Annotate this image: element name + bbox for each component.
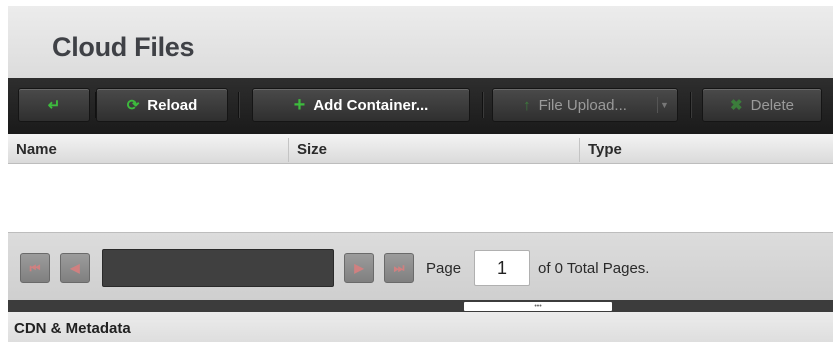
toolbar-divider xyxy=(482,92,484,118)
upload-arrow-icon: ↑ xyxy=(523,96,531,114)
page-number-input[interactable] xyxy=(474,250,530,286)
progress-bar xyxy=(102,249,334,287)
first-page-icon[interactable]: ⏮ xyxy=(20,253,50,283)
add-container-button[interactable]: + Add Container... xyxy=(252,88,470,122)
table-header: Name Size Type xyxy=(8,134,833,164)
page-header: Cloud Files xyxy=(8,6,833,78)
reload-button[interactable]: ⟳ Reload xyxy=(96,88,228,122)
total-pages-text: of 0 Total Pages. xyxy=(538,260,650,277)
cdn-metadata-panel[interactable]: CDN & Metadata xyxy=(8,312,833,342)
last-page-icon[interactable]: ⏭ xyxy=(384,253,414,283)
delete-x-icon: ✖ xyxy=(730,96,743,114)
column-header-name[interactable]: Name xyxy=(8,134,288,164)
column-header-size[interactable]: Size xyxy=(289,134,579,164)
plus-icon: + xyxy=(293,94,306,116)
file-upload-label: File Upload... xyxy=(538,96,627,114)
toolbar: ↵ ⟳ Reload + Add Container... ↑ File Upl… xyxy=(8,78,833,134)
panel-splitter: ••• xyxy=(8,300,833,312)
reload-icon: ⟳ xyxy=(126,96,140,114)
delete-button[interactable]: ✖ Delete xyxy=(702,88,822,122)
page-label: Page xyxy=(426,260,462,277)
toolbar-divider xyxy=(690,92,692,118)
chevron-down-icon[interactable]: ▼ xyxy=(657,97,671,113)
page-title: Cloud Files xyxy=(52,32,195,62)
add-container-label: Add Container... xyxy=(313,96,429,114)
prev-page-icon[interactable]: ◀ xyxy=(60,253,90,283)
delete-label: Delete xyxy=(750,96,794,114)
pagination-bar: ⏮ ◀ ▶ ⏭ Page of 0 Total Pages. xyxy=(8,232,833,300)
back-arrow-icon: ↵ xyxy=(47,96,61,114)
file-upload-button[interactable]: ↑ File Upload... ▼ xyxy=(492,88,678,122)
reload-label: Reload xyxy=(147,96,198,114)
cdn-metadata-title: CDN & Metadata xyxy=(14,320,131,337)
next-page-icon[interactable]: ▶ xyxy=(344,253,374,283)
splitter-handle[interactable]: ••• xyxy=(464,302,612,311)
table-body xyxy=(8,164,833,232)
toolbar-divider xyxy=(238,92,240,118)
back-button[interactable]: ↵ xyxy=(18,88,90,122)
column-header-type[interactable]: Type xyxy=(580,134,833,164)
